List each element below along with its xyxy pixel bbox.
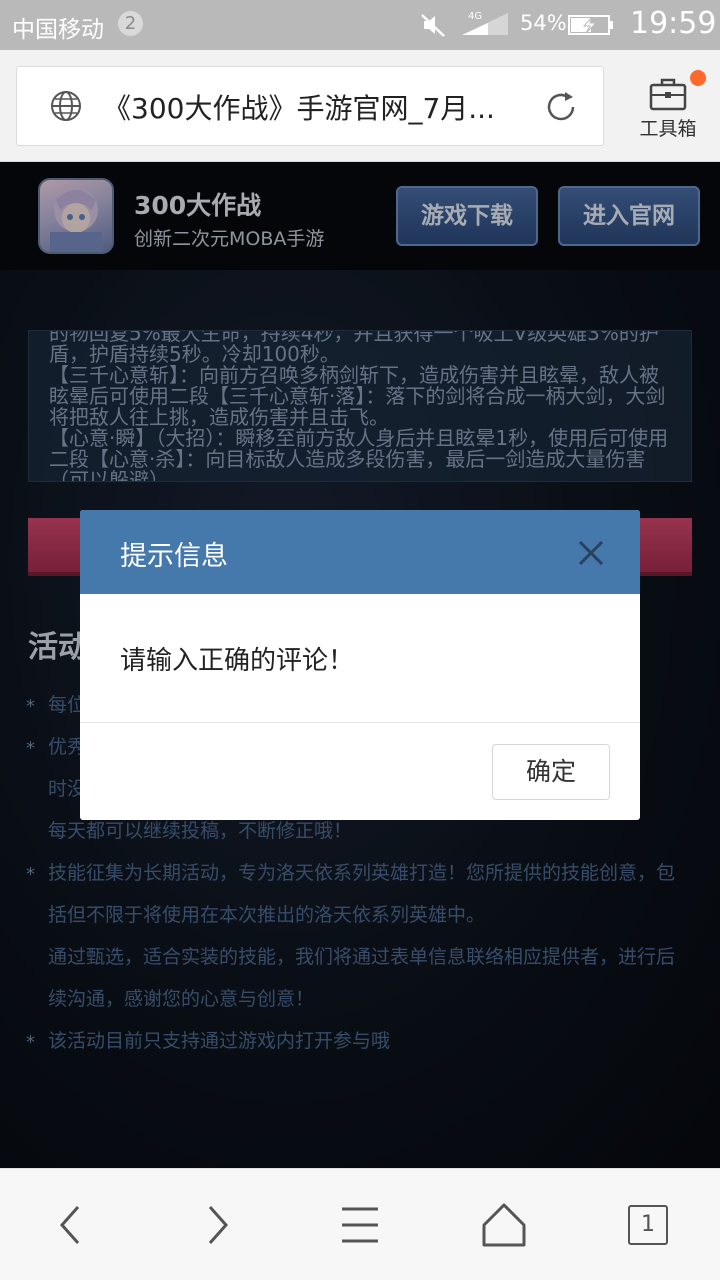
tab-count: 1 xyxy=(628,1205,668,1245)
notification-badge: 2 xyxy=(118,11,143,36)
reload-icon[interactable] xyxy=(543,89,579,125)
carrier-label: 中国移动 xyxy=(12,17,104,43)
url-field[interactable]: 《300大作战》手游官网_7月... xyxy=(16,66,604,146)
menu-icon[interactable] xyxy=(332,1201,388,1249)
signal-icon: 4G xyxy=(462,11,508,35)
close-icon[interactable] xyxy=(578,540,604,566)
battery-percent: 54% xyxy=(520,11,567,35)
dialog-divider xyxy=(80,722,640,723)
browser-bottom-nav: 1 xyxy=(0,1168,720,1280)
clock: 19:59 xyxy=(630,6,717,41)
status-bar: 中国移动 2 4G 54% 19:59 xyxy=(0,0,720,50)
toolbox-button[interactable]: 工具箱 xyxy=(628,70,708,152)
back-arrow-icon[interactable] xyxy=(44,1201,100,1249)
tabs-button[interactable]: 1 xyxy=(620,1201,676,1249)
notification-dot xyxy=(690,70,706,86)
mute-icon xyxy=(421,14,445,37)
toolbox-label: 工具箱 xyxy=(639,118,697,140)
dialog-header: 提示信息 xyxy=(80,510,640,594)
dialog-message: 请输入正确的评论！ xyxy=(120,646,355,676)
forward-arrow-icon[interactable] xyxy=(188,1201,244,1249)
page-title-url: 《300大作战》手游官网_7月... xyxy=(103,92,495,125)
network-type-label: 4G xyxy=(468,11,482,22)
home-icon[interactable] xyxy=(476,1201,532,1249)
battery-charging-icon xyxy=(568,15,613,35)
browser-address-bar: 《300大作战》手游官网_7月... 工具箱 xyxy=(0,50,720,162)
toolbox-icon xyxy=(649,78,687,111)
dialog-title: 提示信息 xyxy=(120,541,228,572)
confirm-button[interactable]: 确定 xyxy=(492,744,610,800)
alert-dialog: 提示信息 请输入正确的评论！ 确定 xyxy=(80,510,640,820)
globe-icon xyxy=(51,91,81,121)
